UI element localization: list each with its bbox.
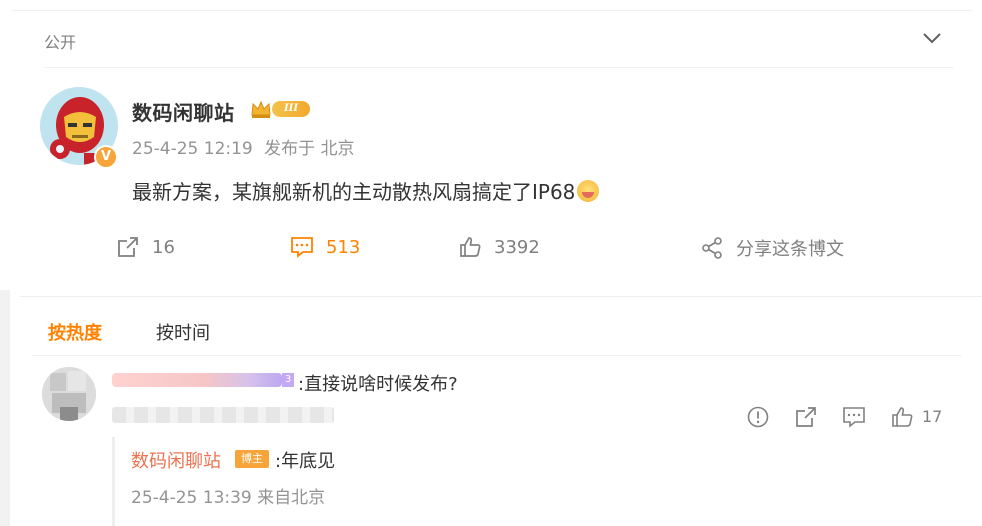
comment-count: 513	[326, 236, 361, 258]
commenter-name-blurred[interactable]	[112, 373, 282, 387]
post-card: 公开 V 数码闲聊站 III 25-4-25 12:19 发布于 北京 最新方案…	[12, 10, 972, 276]
like-count: 3392	[494, 236, 540, 258]
section-gap	[0, 276, 982, 294]
post-text: 最新方案，某旗舰新机的主动散热风扇搞定了IP68	[132, 180, 576, 204]
visibility-label: 公开	[44, 33, 77, 52]
thumbs-up-icon	[460, 237, 481, 257]
level-badge: III	[272, 101, 310, 117]
comments-section: 按热度 按时间 3 :直接说啥时候发布? 17 数码闲聊站 博主:年底见 25…	[20, 296, 982, 526]
verified-badge: V	[94, 145, 118, 169]
share-button[interactable]: 分享这条博文	[700, 235, 844, 261]
laughing-emoji-icon	[577, 180, 600, 202]
post-time[interactable]: 25-4-25 12:19	[132, 139, 253, 159]
divider	[32, 355, 962, 356]
thumbs-up-icon[interactable]	[890, 405, 914, 429]
post-source: 发布于 北京	[264, 139, 355, 159]
repost-button[interactable]: 16	[116, 235, 175, 259]
reply-text: :年底见	[275, 451, 336, 472]
comment-meta-blurred	[112, 407, 334, 423]
reply-thread: 数码闲聊站 博主 :年底见 25-4-25 13:39 来自北京	[112, 437, 962, 526]
comment-text: :直接说啥时候发布?	[298, 374, 458, 395]
reply-time: 25-4-25 13:39	[131, 488, 252, 508]
comment-like-count: 17	[922, 407, 943, 426]
repost-count: 16	[152, 236, 175, 258]
blogger-badge: 博主	[235, 450, 269, 468]
commenter-avatar[interactable]	[42, 367, 96, 421]
share-label: 分享这条博文	[736, 239, 844, 260]
chevron-down-icon[interactable]	[922, 31, 942, 45]
reply-author-name[interactable]: 数码闲聊站	[131, 447, 221, 473]
comment-icon	[291, 237, 313, 258]
crown-icon	[251, 100, 271, 118]
reply-icon[interactable]	[842, 405, 866, 429]
repost-icon[interactable]	[794, 405, 818, 429]
like-button[interactable]: 3392	[458, 235, 540, 259]
post-actions: 16 513 3392 分享这条博文	[12, 231, 972, 265]
reply-meta: 25-4-25 13:39 来自北京	[131, 483, 325, 508]
share-icon	[702, 237, 722, 259]
author-name[interactable]: 数码闲聊站	[132, 97, 235, 126]
tab-sort-by-hot[interactable]: 按热度	[48, 319, 102, 345]
reply-source: 来自北京	[257, 488, 326, 508]
comment-button[interactable]: 513	[290, 235, 360, 259]
comment-actions: 17	[746, 405, 976, 433]
repost-icon	[118, 237, 138, 257]
divider	[44, 67, 954, 68]
post-content: 最新方案，某旗舰新机的主动散热风扇搞定了IP68	[132, 176, 600, 205]
post-header: 公开	[12, 11, 972, 67]
blurred-avatar-icon	[42, 367, 96, 421]
commenter-level-badge: 3	[282, 373, 294, 387]
tab-sort-by-time[interactable]: 按时间	[156, 319, 210, 345]
post-meta: 25-4-25 12:19 发布于 北京	[132, 134, 361, 159]
report-icon[interactable]	[746, 405, 770, 429]
left-strip	[0, 290, 10, 526]
